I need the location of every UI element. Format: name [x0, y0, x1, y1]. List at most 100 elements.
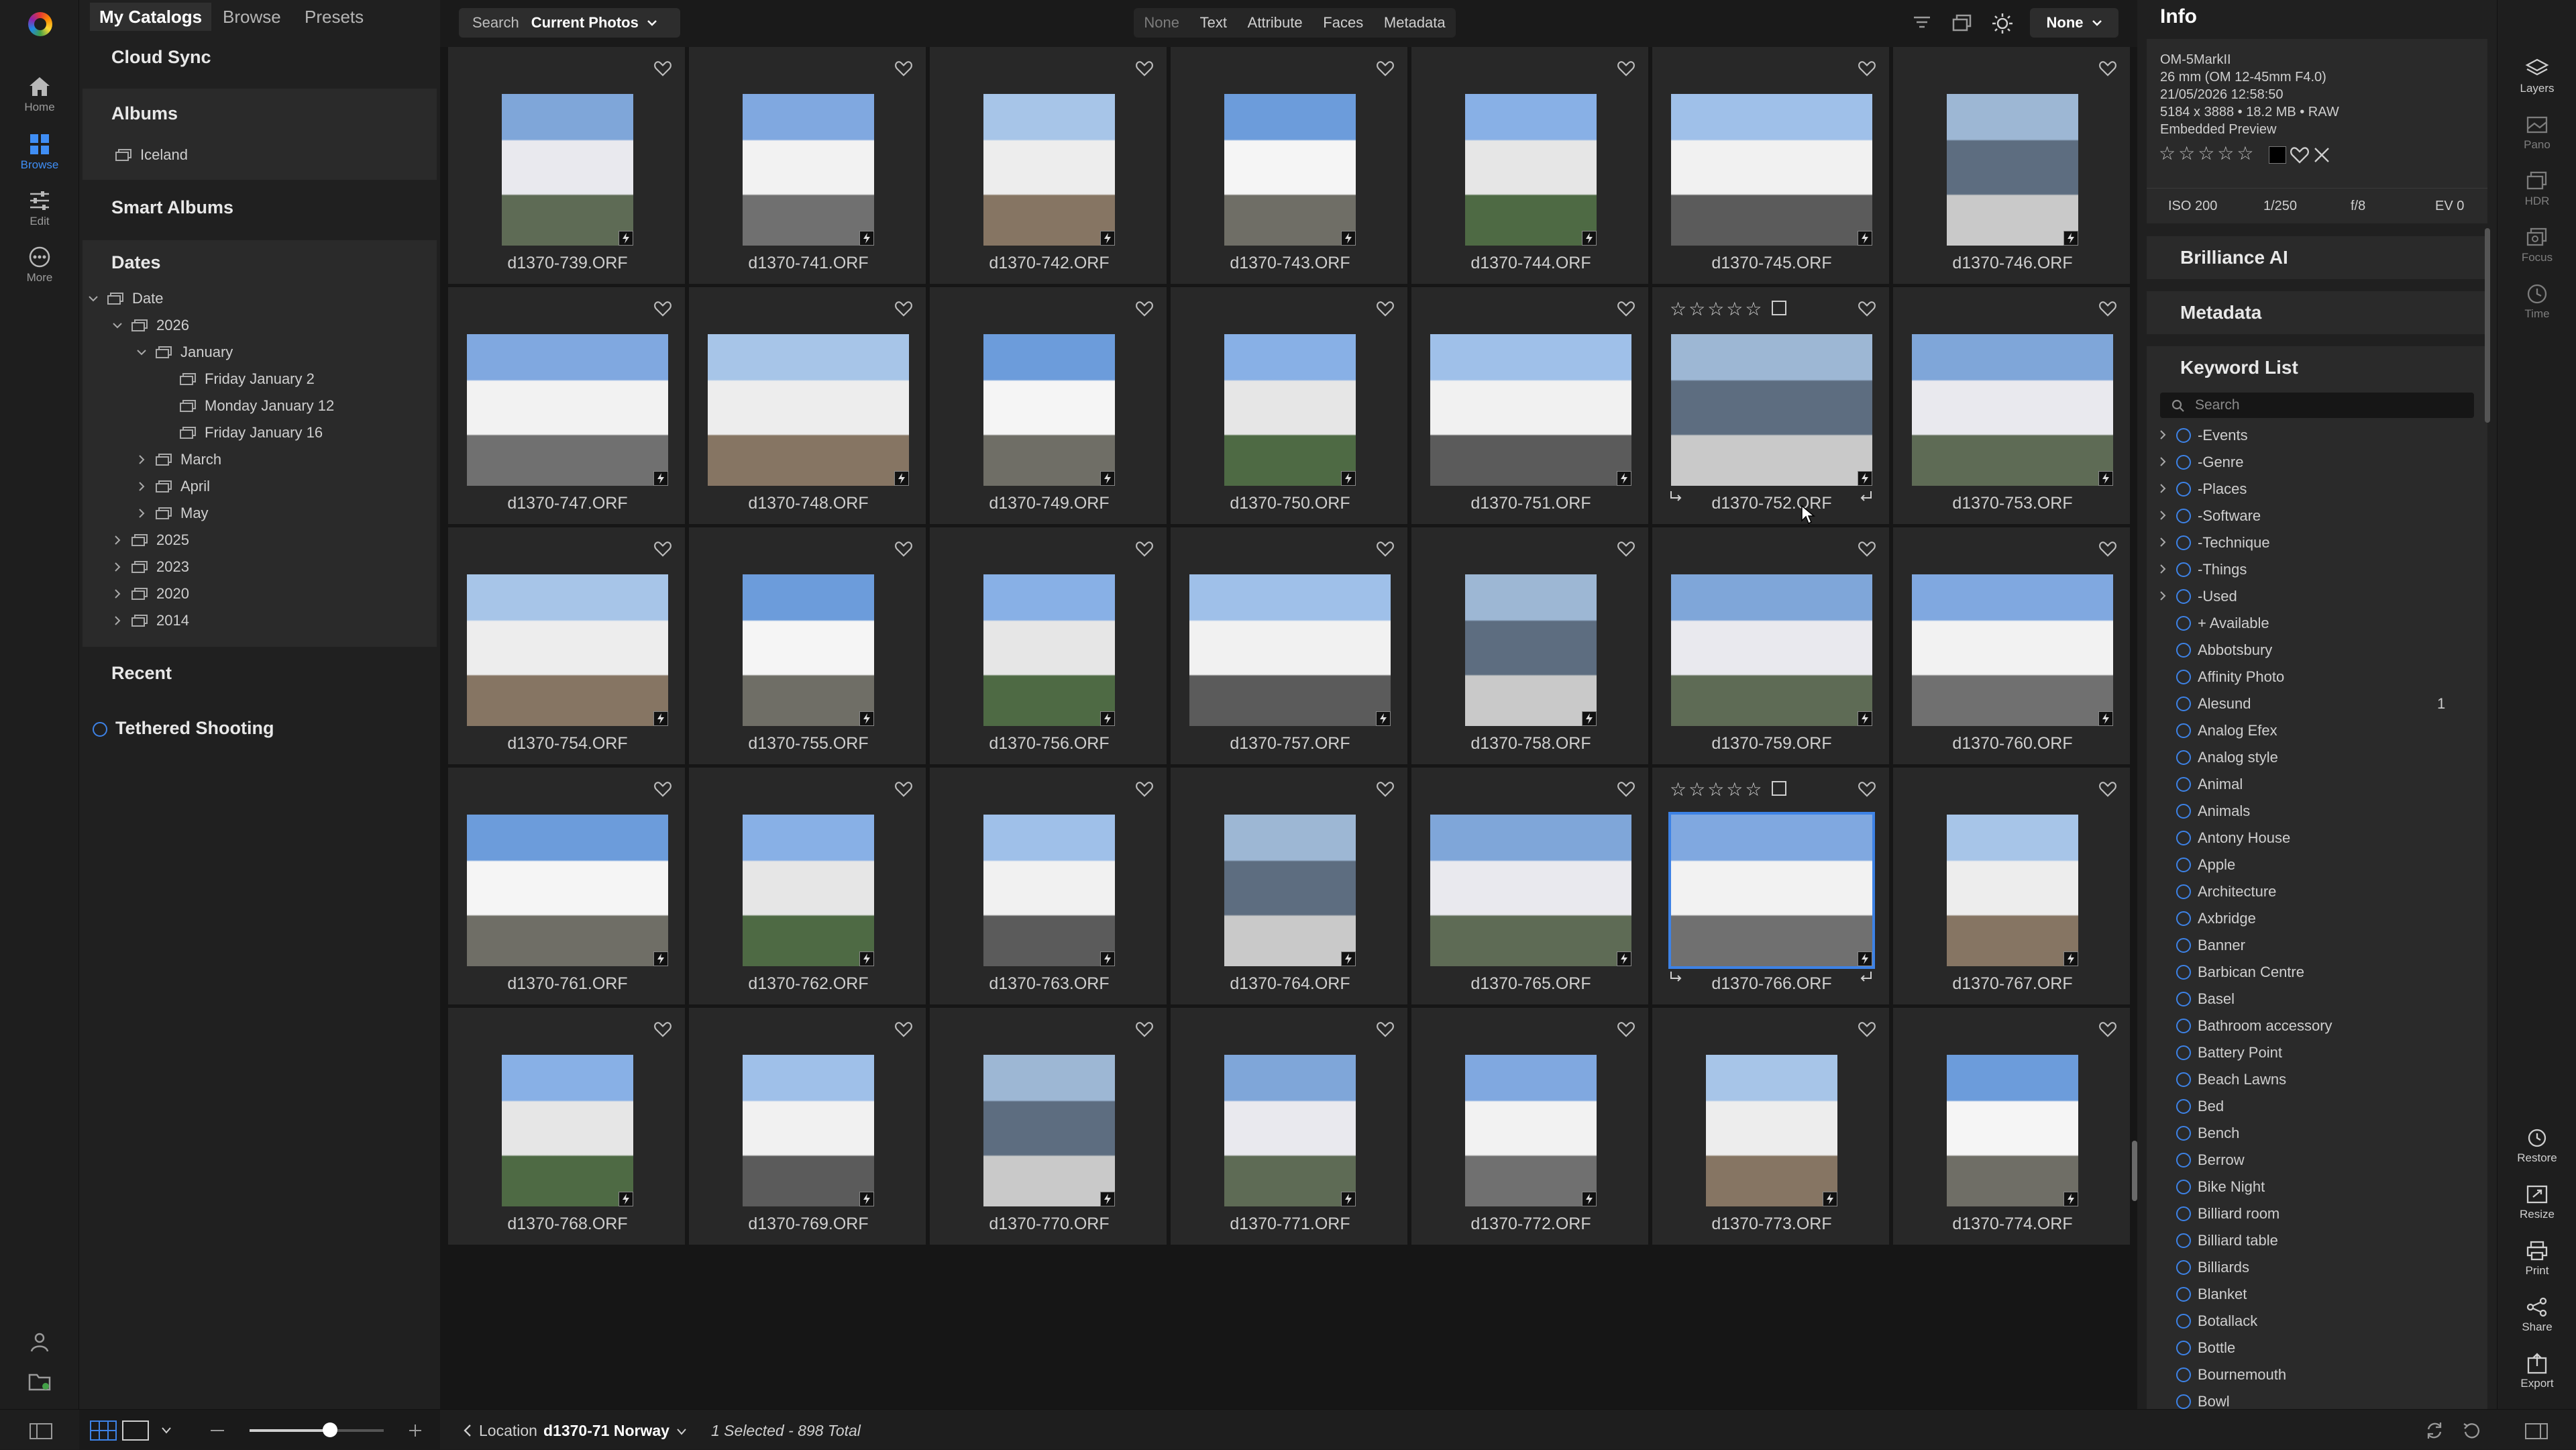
photo-thumbnail[interactable]: [1465, 1055, 1597, 1206]
rail-more[interactable]: More: [0, 246, 79, 284]
search-scope-box[interactable]: Search Current Photos: [459, 8, 680, 38]
photo-thumbnail[interactable]: [1224, 815, 1356, 966]
keyword-item[interactable]: -Places: [2137, 475, 2497, 502]
photo-thumbnail[interactable]: [1224, 1055, 1356, 1206]
photo-thumbnail[interactable]: [743, 574, 874, 726]
date-day-3[interactable]: Friday January 16: [179, 420, 323, 446]
keyword-search-input[interactable]: Search: [2160, 393, 2474, 418]
rail-time[interactable]: Time: [2498, 283, 2576, 321]
heart-icon[interactable]: [1136, 301, 1153, 317]
sidebar-toggle-icon[interactable]: [30, 1423, 52, 1439]
heart-icon[interactable]: [1377, 541, 1394, 557]
keyword-item[interactable]: Alesund 1: [2137, 690, 2497, 717]
keyword-checkbox[interactable]: [2176, 804, 2191, 819]
date-month-april[interactable]: April: [136, 474, 210, 499]
keyword-checkbox[interactable]: [2176, 858, 2191, 872]
thumbnail-cell[interactable]: d1370-744.ORF: [1411, 47, 1650, 286]
keyword-item[interactable]: + Available: [2137, 609, 2497, 636]
keyword-item[interactable]: Basel: [2137, 985, 2497, 1012]
keyword-checkbox[interactable]: [2176, 1099, 2191, 1114]
keyword-item[interactable]: Abbotsbury: [2137, 636, 2497, 663]
heart-icon[interactable]: [1377, 301, 1394, 317]
keyword-item[interactable]: Battery Point: [2137, 1039, 2497, 1066]
keyword-checkbox[interactable]: [2176, 723, 2191, 738]
thumbnail-cell[interactable]: d1370-747.ORF: [448, 287, 687, 526]
photo-thumbnail[interactable]: [743, 94, 874, 246]
photo-thumbnail[interactable]: [1430, 815, 1631, 966]
photo-thumbnail[interactable]: [1706, 1055, 1837, 1206]
sync-icon[interactable]: [2424, 1420, 2445, 1441]
thumbnail-cell[interactable]: d1370-770.ORF: [930, 1008, 1169, 1247]
date-year-2023[interactable]: 2023: [112, 554, 189, 580]
thumbnail-cell[interactable]: d1370-764.ORF: [1171, 768, 1409, 1006]
info-title[interactable]: Info: [2160, 5, 2197, 28]
chevron-right-icon[interactable]: [2157, 590, 2168, 601]
heart-icon[interactable]: [2099, 1021, 2116, 1037]
color-label-swatch[interactable]: [2269, 146, 2286, 164]
filter-metadata[interactable]: Metadata: [1384, 14, 1446, 32]
thumbnail-cell[interactable]: d1370-752.ORF ☆☆☆☆☆: [1652, 287, 1891, 526]
thumbnail-cell[interactable]: d1370-769.ORF: [689, 1008, 928, 1247]
filter-none[interactable]: None: [1144, 14, 1179, 32]
thumbnail-cell[interactable]: d1370-751.ORF: [1411, 287, 1650, 526]
keyword-item[interactable]: Billiard room: [2137, 1200, 2497, 1227]
heart-icon[interactable]: [1136, 781, 1153, 797]
keyword-checkbox[interactable]: [2176, 1153, 2191, 1168]
keyword-item[interactable]: Antony House: [2137, 824, 2497, 851]
keyword-item[interactable]: Animal: [2137, 770, 2497, 797]
heart-icon[interactable]: [654, 60, 672, 76]
heart-icon[interactable]: [654, 541, 672, 557]
app-logo-icon[interactable]: [28, 12, 52, 36]
single-view-icon[interactable]: [122, 1420, 149, 1441]
tab-presets[interactable]: Presets: [305, 7, 364, 28]
photo-thumbnail[interactable]: [1668, 812, 1875, 969]
location-value[interactable]: d1370-71 Norway: [543, 1422, 669, 1440]
keyword-item[interactable]: Banner: [2137, 931, 2497, 958]
back-chevron-icon[interactable]: [463, 1423, 472, 1438]
rating-stars[interactable]: ☆☆☆☆☆: [1670, 298, 1764, 320]
rail-hdr[interactable]: HDR: [2498, 170, 2576, 208]
chevron-right-icon[interactable]: [2157, 456, 2168, 467]
chevron-right-icon[interactable]: [112, 535, 131, 546]
brilliance-ai-section[interactable]: Brilliance AI: [2147, 236, 2487, 279]
thumbnail-cell[interactable]: d1370-745.ORF: [1652, 47, 1891, 286]
rotate-left-icon[interactable]: [1668, 969, 1684, 984]
grid-scrollbar[interactable]: [2132, 1141, 2137, 1201]
thumbnail-cell[interactable]: d1370-749.ORF: [930, 287, 1169, 526]
chevron-right-icon[interactable]: [2157, 510, 2168, 521]
keyword-scrollbar[interactable]: [2485, 228, 2490, 423]
heart-icon[interactable]: [654, 301, 672, 317]
photo-thumbnail[interactable]: [1947, 1055, 2078, 1206]
photo-thumbnail[interactable]: [1912, 574, 2113, 726]
photo-thumbnail[interactable]: [1224, 94, 1356, 246]
heart-icon[interactable]: [1377, 1021, 1394, 1037]
keyword-checkbox[interactable]: [2176, 616, 2191, 631]
keyword-checkbox[interactable]: [2176, 938, 2191, 953]
photo-thumbnail[interactable]: [1430, 334, 1631, 486]
keyword-item[interactable]: Apple: [2137, 851, 2497, 878]
rotate-right-icon[interactable]: [1858, 969, 1874, 984]
date-day-2[interactable]: Monday January 12: [179, 393, 334, 419]
thumbnail-cell[interactable]: d1370-756.ORF: [930, 527, 1169, 766]
dates-title[interactable]: Dates: [111, 252, 161, 273]
zoom-slider-track[interactable]: [250, 1422, 384, 1437]
photo-thumbnail[interactable]: [1947, 94, 2078, 246]
thumbnail-cell[interactable]: d1370-754.ORF: [448, 527, 687, 766]
date-month-january[interactable]: January: [136, 340, 233, 365]
folder-icon[interactable]: [27, 1369, 52, 1394]
rail-export[interactable]: Export: [2498, 1353, 2576, 1390]
photo-thumbnail[interactable]: [1912, 334, 2113, 486]
keyword-item[interactable]: Billiards: [2137, 1253, 2497, 1280]
photo-thumbnail[interactable]: [1947, 815, 2078, 966]
filter-attribute[interactable]: Attribute: [1248, 14, 1303, 32]
thumbnail-cell[interactable]: d1370-750.ORF: [1171, 287, 1409, 526]
heart-icon[interactable]: [2290, 146, 2309, 164]
keyword-item[interactable]: Bed: [2137, 1092, 2497, 1119]
location-chevron-down-icon[interactable]: [676, 1427, 687, 1437]
heart-icon[interactable]: [895, 1021, 912, 1037]
keyword-checkbox[interactable]: [2176, 509, 2191, 523]
metadata-section[interactable]: Metadata: [2147, 291, 2487, 334]
rating-stars[interactable]: ☆☆☆☆☆: [1670, 778, 1764, 800]
chevron-right-icon[interactable]: [2157, 564, 2168, 574]
keyword-checkbox[interactable]: [2176, 992, 2191, 1006]
